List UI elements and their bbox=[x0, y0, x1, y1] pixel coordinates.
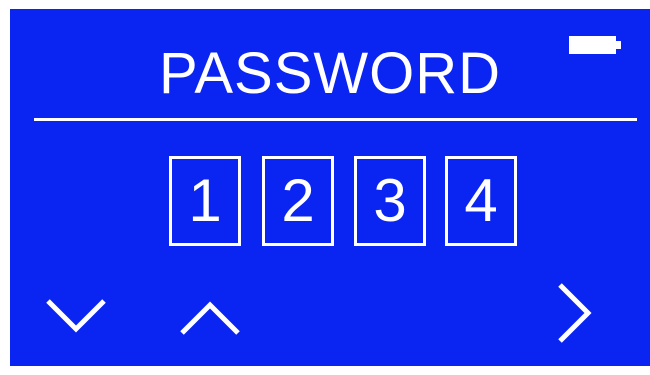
password-digit-3[interactable]: 3 bbox=[354, 156, 426, 246]
page-title: PASSWORD bbox=[158, 41, 502, 106]
battery-full-icon bbox=[569, 36, 621, 54]
password-digit-4[interactable]: 4 bbox=[445, 156, 517, 246]
chevron-up-icon bbox=[180, 301, 240, 335]
chevron-down-icon bbox=[46, 299, 106, 333]
title-divider bbox=[34, 118, 637, 121]
password-screen: PASSWORD 1 2 3 4 bbox=[10, 9, 650, 366]
password-digits: 1 2 3 4 bbox=[169, 156, 519, 246]
decrement-button[interactable] bbox=[40, 277, 112, 349]
next-button[interactable] bbox=[540, 277, 612, 349]
password-digit-1[interactable]: 1 bbox=[169, 156, 241, 246]
chevron-right-icon bbox=[558, 283, 592, 343]
increment-button[interactable] bbox=[174, 277, 246, 349]
password-digit-2[interactable]: 2 bbox=[262, 156, 334, 246]
